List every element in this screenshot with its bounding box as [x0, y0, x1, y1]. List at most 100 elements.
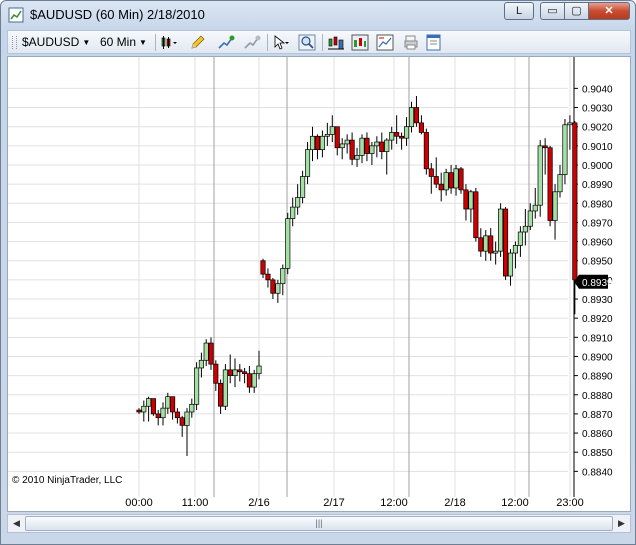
lock-button[interactable]: L: [504, 2, 534, 20]
y-tick-label: 0.8960: [582, 238, 613, 249]
x-tick-label: 2/18: [444, 497, 465, 509]
candle-body: [537, 145, 543, 206]
drawing-pencil-icon[interactable]: [189, 34, 207, 51]
x-tick-label: 12:00: [501, 497, 529, 509]
candle-body: [194, 367, 200, 405]
candle-body: [150, 398, 156, 415]
candle-body: [314, 135, 321, 151]
candle-body: [251, 373, 257, 388]
candle-body: [552, 191, 558, 221]
candle-body: [329, 126, 335, 135]
candle-body: [170, 396, 176, 413]
candle-body: [295, 197, 301, 208]
candle-body: [242, 371, 248, 375]
y-tick-label: 0.8930: [582, 295, 613, 306]
indicator-add-icon[interactable]: [217, 34, 235, 51]
candle-body: [572, 122, 578, 281]
maximize-button[interactable]: ▢: [564, 2, 589, 20]
y-tick-label: 0.9000: [582, 161, 613, 172]
data-box-icon[interactable]: [327, 34, 345, 51]
properties-icon[interactable]: [376, 34, 394, 51]
candle-body: [433, 176, 439, 185]
candle-body: [136, 409, 142, 413]
candle-body: [438, 183, 444, 191]
close-button[interactable]: ✕: [588, 2, 630, 20]
y-tick-label: 0.8850: [582, 448, 613, 459]
candle-body: [155, 413, 161, 419]
candle-body: [198, 359, 204, 369]
chevron-down-icon: ▼: [139, 38, 147, 47]
candle-body: [222, 369, 228, 407]
y-tick-label: 0.8970: [582, 218, 613, 229]
print-icon[interactable]: [402, 34, 420, 51]
chevron-down-icon: ▼: [82, 38, 91, 47]
candle-body: [394, 132, 400, 137]
candle-body: [562, 124, 568, 175]
chart-app-icon: [8, 7, 24, 23]
candle-body: [237, 369, 243, 373]
toolbar-separator: [155, 34, 156, 51]
candle-body: [448, 172, 454, 189]
candle-body: [270, 279, 276, 294]
candle-body: [413, 107, 420, 124]
last-price-label: 0.8939: [582, 278, 613, 289]
candle-body: [309, 135, 316, 151]
scroll-thumb[interactable]: |||: [25, 516, 613, 531]
strategy-icon[interactable]: [243, 34, 261, 51]
candle-body: [189, 403, 195, 413]
candle-body: [463, 189, 469, 210]
candle-body: [208, 342, 214, 365]
candle-body: [468, 191, 474, 210]
y-tick-label: 0.8860: [582, 429, 613, 440]
candle-body: [547, 147, 553, 221]
candle-body: [300, 176, 306, 198]
candle-body: [232, 369, 238, 376]
candle-body: [428, 168, 434, 177]
candle-body: [503, 208, 509, 277]
candle-body: [478, 237, 484, 252]
y-tick-label: 0.9010: [582, 142, 613, 153]
window-title: $AUDUSD (60 Min) 2/18/2010: [30, 7, 205, 22]
window-layout-icon[interactable]: [425, 34, 443, 51]
cursor-select-icon[interactable]: [272, 34, 290, 51]
candle-body: [364, 137, 370, 154]
y-tick-label: 0.8980: [582, 199, 613, 210]
x-tick-label: 2/17: [323, 497, 344, 509]
y-tick-label: 0.8900: [582, 352, 613, 363]
horizontal-scrollbar[interactable]: ◀ ||| ▶: [7, 514, 631, 533]
candle-body: [305, 149, 311, 177]
candle-body: [349, 139, 355, 160]
minimize-button[interactable]: ▭: [540, 2, 565, 20]
candle-body: [275, 283, 281, 294]
y-tick-label: 0.8840: [582, 467, 613, 478]
status-strip: [1, 533, 635, 544]
title-bar[interactable]: $AUDUSD (60 Min) 2/18/2010 L ▭ ▢ ✕: [1, 1, 635, 29]
candle-body: [184, 411, 190, 426]
chart-panel[interactable]: 00:00 11:00 2/16 2/17 12:00 2/18 12:00 23:00 0.8…: [7, 56, 631, 512]
price-chart[interactable]: 00:00 11:00 2/16 2/17 12:00 2/18 12:00 23:00 0.8…: [8, 57, 630, 511]
candle-body: [260, 260, 266, 275]
candle-body: [453, 168, 459, 189]
candle-body: [319, 135, 325, 151]
candle-body: [165, 396, 171, 409]
candle-body: [179, 417, 185, 426]
bar-type-icon[interactable]: [160, 34, 178, 51]
interval-selector[interactable]: 60 Min ▼: [100, 35, 147, 49]
candle-body: [369, 145, 375, 154]
candle-body: [408, 107, 415, 128]
candle-body: [498, 208, 504, 252]
candle-body: [567, 122, 573, 126]
y-tick-label: 0.9040: [582, 84, 613, 95]
y-tick-label: 0.9020: [582, 123, 613, 134]
toolbar-grip[interactable]: [12, 36, 17, 49]
scroll-right-arrow-icon[interactable]: ▶: [614, 516, 629, 531]
candle-body: [522, 225, 528, 233]
chart-trader-icon[interactable]: [351, 34, 369, 51]
candle-body: [160, 407, 166, 419]
zoom-icon[interactable]: [298, 34, 316, 51]
instrument-selector[interactable]: $AUDUSD ▼: [22, 35, 90, 49]
candle-body: [374, 141, 380, 147]
candle-body: [542, 145, 548, 149]
scroll-left-arrow-icon[interactable]: ◀: [9, 516, 24, 531]
candle-body: [290, 206, 296, 219]
